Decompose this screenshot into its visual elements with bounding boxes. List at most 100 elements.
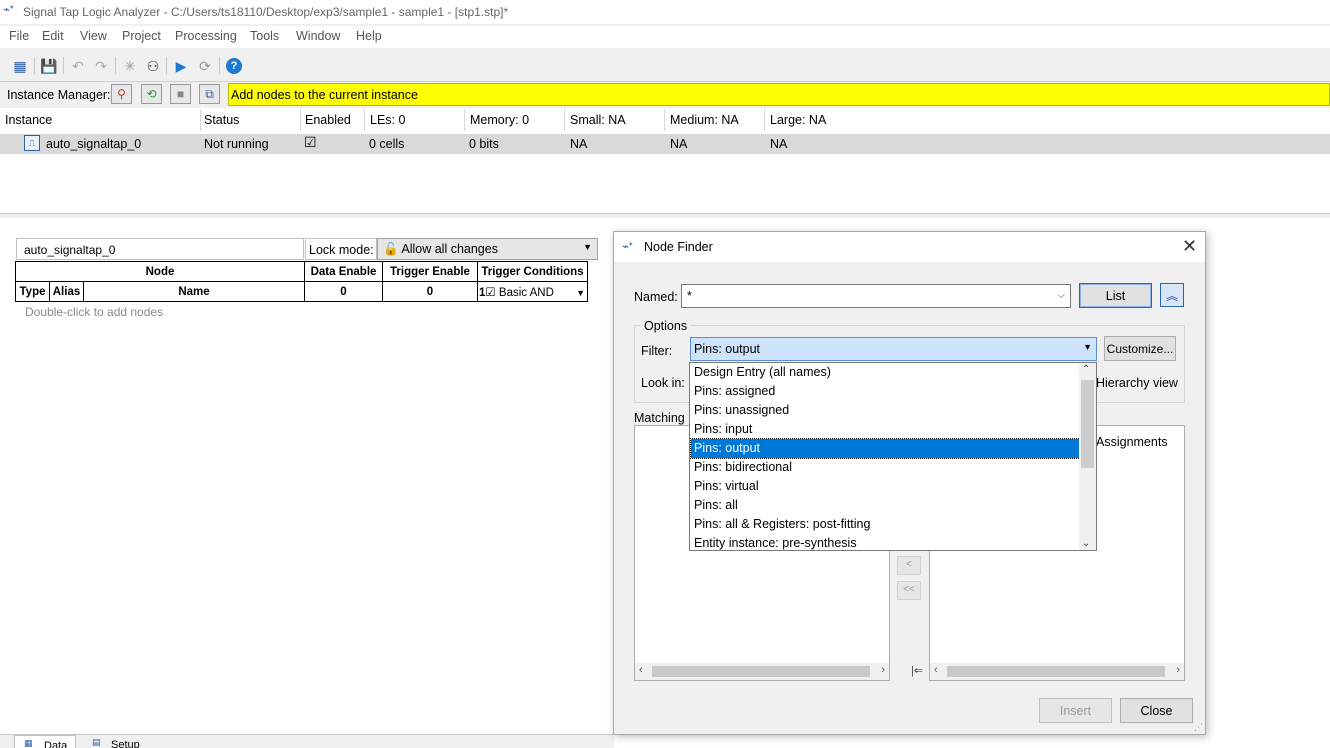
add-nodes-hint: Double-click to add nodes [25, 305, 164, 319]
dialog-title-bar[interactable]: ⌁ᐩ Node Finder ✕ [614, 232, 1205, 262]
menu-help[interactable]: Help [356, 29, 382, 43]
scrollbar-thumb[interactable] [1081, 380, 1094, 468]
menu-file[interactable]: File [9, 29, 29, 43]
scroll-left-icon[interactable]: ‹ [639, 664, 643, 676]
header-status[interactable]: Status [204, 113, 239, 127]
node-finder-icon[interactable]: ✳ [120, 56, 140, 76]
menu-edit[interactable]: Edit [42, 29, 64, 43]
filter-dropdown-list[interactable]: Design Entry (all names) Pins: assigned … [689, 362, 1097, 551]
vertical-scrollbar[interactable]: ⌃ ⌄ [1079, 363, 1096, 550]
filter-option[interactable]: Pins: bidirectional [691, 458, 1080, 477]
find-icon[interactable]: ⚇ [143, 56, 163, 76]
instance-manager-icon[interactable]: ▦ [10, 56, 30, 76]
hierarchy-view-label[interactable]: Hierarchy view [1096, 376, 1178, 390]
col-trigger-conditions[interactable]: Trigger Conditions [477, 261, 588, 282]
stop-analysis-icon[interactable]: ■ [170, 84, 191, 104]
header-separator [764, 109, 765, 131]
filter-option-selected[interactable]: Pins: output [690, 438, 1081, 459]
menu-window[interactable]: Window [296, 29, 340, 43]
header-large[interactable]: Large: NA [770, 113, 826, 127]
toolbar-separator [115, 57, 116, 74]
insert-button[interactable]: Insert [1039, 698, 1112, 723]
chevron-down-icon[interactable]: ⌵ [1057, 290, 1065, 301]
tab-data[interactable]: ▦ Data [14, 735, 76, 748]
filter-option[interactable]: Pins: virtual [691, 477, 1080, 496]
restore-node-icon[interactable]: |⇐ [911, 664, 923, 677]
header-instance[interactable]: Instance [5, 113, 52, 127]
trigger-mode: Basic AND [498, 286, 554, 299]
lock-mode-label: Lock mode: [305, 238, 377, 260]
help-icon[interactable]: ? [224, 56, 244, 76]
filter-label: Filter: [641, 344, 673, 358]
scrollbar-thumb[interactable] [652, 666, 870, 677]
filter-select[interactable]: Pins: output ▼ [690, 337, 1097, 361]
tab-setup[interactable]: ▤ Setup [84, 735, 148, 748]
enabled-checkbox[interactable]: ☑ [304, 134, 317, 151]
col-trigger-enable[interactable]: Trigger Enable [382, 261, 478, 282]
trigger-checkbox[interactable]: ☑ [485, 287, 495, 299]
filter-option[interactable]: Pins: input [691, 420, 1080, 439]
scroll-right-icon[interactable]: › [1176, 664, 1180, 676]
lock-mode-select[interactable]: 🔓 Allow all changes ▼ [377, 238, 598, 260]
header-separator [564, 109, 565, 131]
header-separator [464, 109, 465, 131]
resize-grip-icon[interactable]: ⋰ [1194, 722, 1203, 733]
menu-tools[interactable]: Tools [250, 29, 279, 43]
move-left-button[interactable]: < [897, 556, 921, 575]
chevron-down-icon[interactable]: ▼ [1083, 342, 1092, 352]
redo-icon[interactable]: ↷ [91, 56, 111, 76]
horizontal-scrollbar[interactable]: ‹ › [930, 663, 1184, 680]
autorun-icon[interactable]: ⟳ [195, 56, 215, 76]
scroll-down-icon[interactable]: ⌄ [1082, 538, 1090, 549]
header-medium[interactable]: Medium: NA [670, 113, 739, 127]
header-enabled[interactable]: Enabled [305, 113, 351, 127]
instance-icon: ⎍ [24, 135, 40, 151]
filter-option[interactable]: Pins: assigned [691, 382, 1080, 401]
menu-view[interactable]: View [80, 29, 107, 43]
close-button[interactable]: Close [1120, 698, 1193, 723]
filter-option[interactable]: Pins: all [691, 496, 1080, 515]
instance-memory: 0 bits [469, 137, 499, 151]
bottom-tab-bar: ▦ Data ▤ Setup [0, 734, 614, 748]
customize-button[interactable]: Customize... [1104, 336, 1176, 361]
autorun-analysis-icon[interactable]: ⟲ [141, 84, 162, 104]
filter-value: Pins: output [694, 342, 761, 356]
filter-option[interactable]: Pins: all & Registers: post-fitting [691, 515, 1080, 534]
list-button[interactable]: List [1079, 283, 1152, 308]
col-data-enable[interactable]: Data Enable [304, 261, 383, 282]
filter-option[interactable]: Pins: unassigned [691, 401, 1080, 420]
collapse-options-icon[interactable]: ︽ [1160, 283, 1184, 307]
chevron-down-icon[interactable]: ▼ [576, 285, 585, 298]
filter-option[interactable]: Entity instance: pre-synthesis [691, 534, 1080, 550]
header-separator [300, 109, 301, 131]
read-data-icon[interactable]: ⧉ [199, 84, 220, 104]
menu-project[interactable]: Project [122, 29, 161, 43]
filter-option[interactable]: Design Entry (all names) [691, 363, 1080, 382]
scan-chain-icon[interactable]: ⚲ [111, 84, 132, 104]
header-small[interactable]: Small: NA [570, 113, 626, 127]
menu-processing[interactable]: Processing [175, 29, 237, 43]
header-memory[interactable]: Memory: 0 [470, 113, 529, 127]
header-les[interactable]: LEs: 0 [370, 113, 405, 127]
toolbar: ▦ 💾 ↶ ↷ ✳ ⚇ ▶ ⟳ ? [0, 54, 1330, 78]
scrollbar-thumb[interactable] [947, 666, 1165, 677]
scroll-right-icon[interactable]: › [881, 664, 885, 676]
assignments-column-header[interactable]: Assignments [1096, 435, 1168, 449]
undo-icon[interactable]: ↶ [68, 56, 88, 76]
close-icon[interactable]: ✕ [1182, 236, 1197, 257]
run-icon[interactable]: ▶ [171, 56, 191, 76]
scroll-left-icon[interactable]: ‹ [934, 664, 938, 676]
move-all-left-button[interactable]: << [897, 581, 921, 600]
col-type[interactable]: Type [15, 281, 50, 302]
table-row[interactable]: ⎍ auto_signaltap_0 Not running ☑ 0 cells… [0, 134, 1330, 154]
col-alias[interactable]: Alias [49, 281, 84, 302]
horizontal-scrollbar[interactable]: ‹ › [635, 663, 889, 680]
setup-tab-icon: ▤ [92, 737, 101, 747]
save-icon[interactable]: 💾 [39, 56, 59, 76]
col-name[interactable]: Name [83, 281, 305, 302]
scroll-up-icon[interactable]: ⌃ [1082, 364, 1090, 375]
toolbar-separator [219, 57, 220, 74]
col-node[interactable]: Node [15, 261, 305, 282]
named-input[interactable]: * ⌵ [681, 284, 1071, 308]
trigger-condition-cell[interactable]: 1☑ Basic AND ▼ [477, 281, 588, 302]
